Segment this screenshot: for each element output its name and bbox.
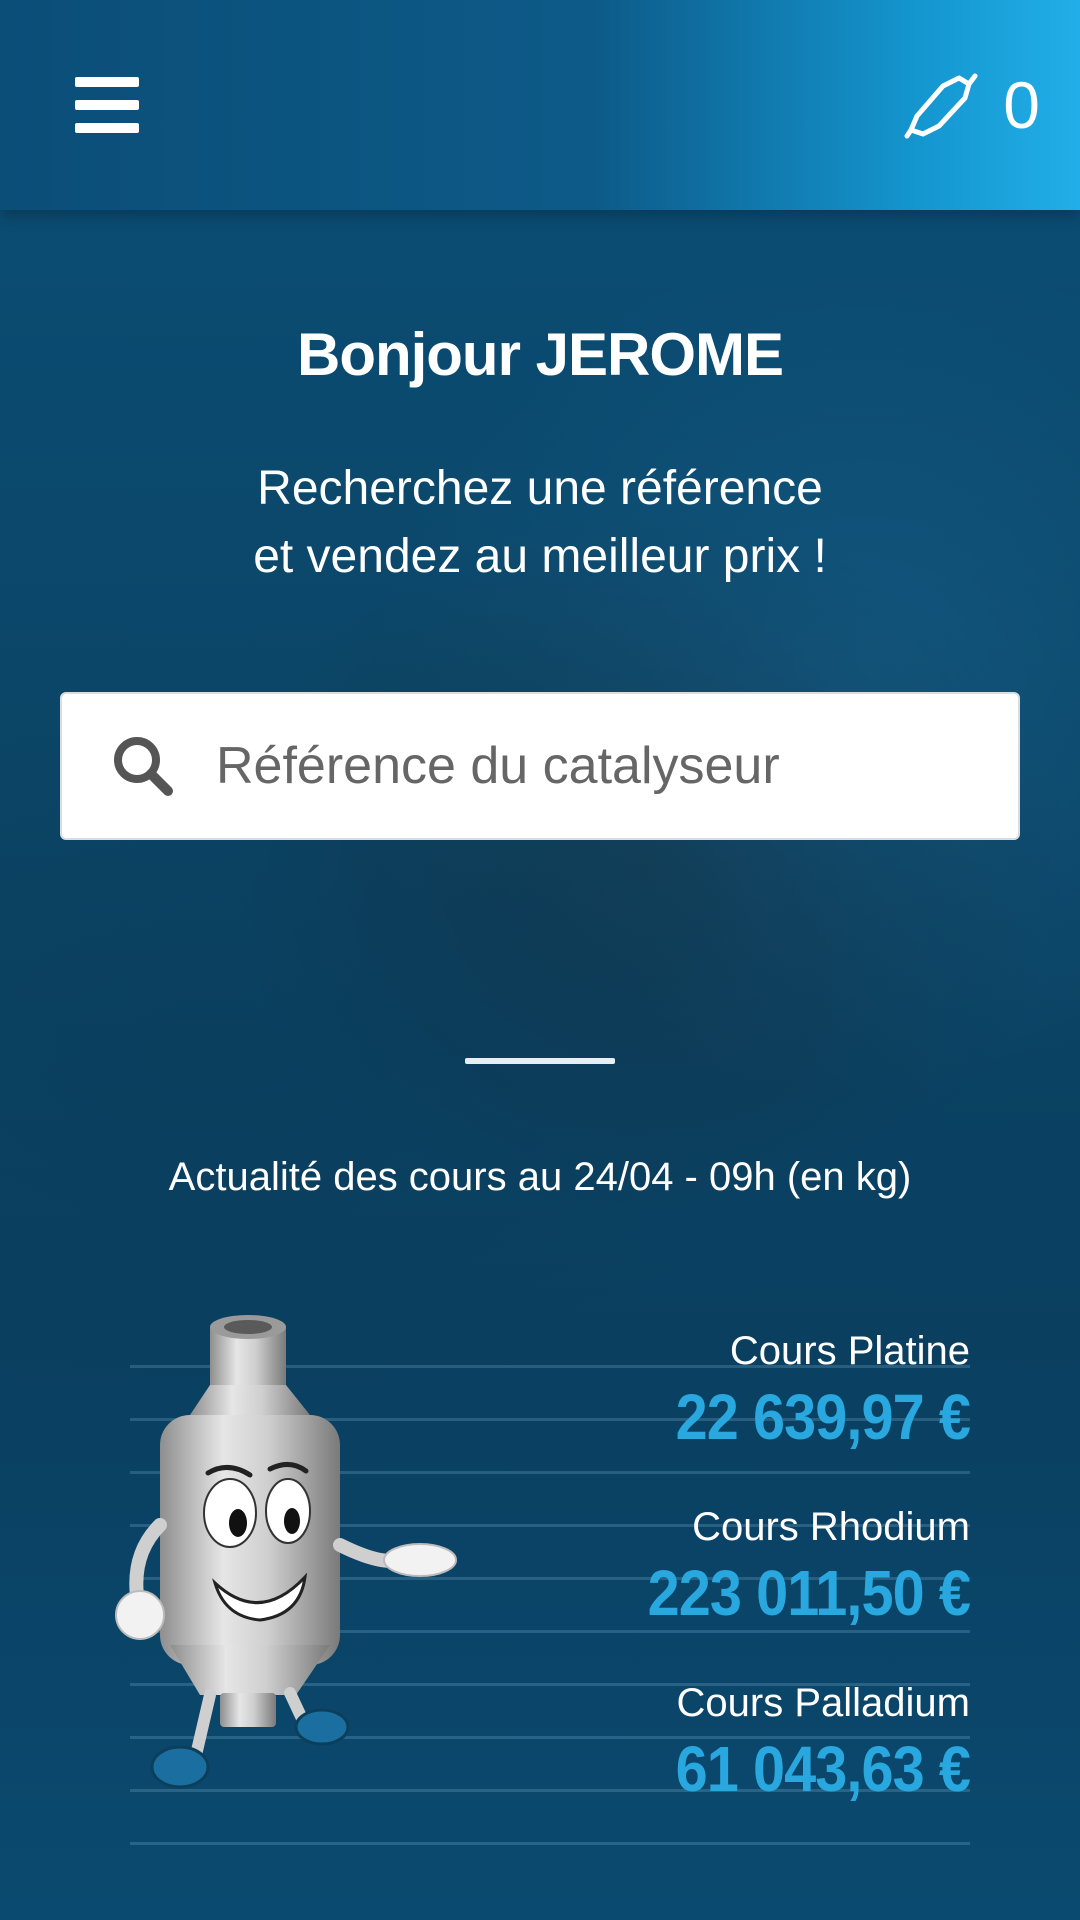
rate-item-platine: Cours Platine 22 639,97 €: [410, 1325, 971, 1501]
rate-value: 223 011,50 €: [647, 1557, 971, 1629]
subtitle-line-1: Recherchez une référence: [257, 462, 823, 515]
rate-item-palladium: Cours Palladium 61 043,63 €: [410, 1677, 971, 1853]
rate-item-rhodium: Cours Rhodium 223 011,50 €: [410, 1501, 971, 1677]
cart-count: 0: [1003, 68, 1040, 142]
subtitle-line-2: et vendez au meilleur prix !: [253, 530, 827, 583]
rate-label: Cours Rhodium: [692, 1505, 970, 1549]
app-header: 0: [0, 0, 1080, 210]
hamburger-menu-icon[interactable]: [60, 60, 150, 150]
cart-button[interactable]: 0: [903, 60, 1040, 150]
catalytic-converter-icon: [904, 73, 978, 139]
subtitle: Recherchez une référence et vendez au me…: [0, 455, 1080, 591]
greeting-title: Bonjour JEROME: [296, 321, 784, 388]
section-divider: [465, 1058, 615, 1064]
rate-value: 22 639,97 €: [675, 1381, 971, 1453]
search-icon: [114, 737, 173, 796]
search-bar[interactable]: [60, 692, 1020, 840]
rate-value: 61 043,63 €: [675, 1733, 971, 1805]
rate-list: Cours Platine 22 639,97 € Cours Rhodium …: [410, 1325, 971, 1853]
search-input[interactable]: [216, 736, 1018, 796]
rate-label: Cours Palladium: [676, 1681, 970, 1725]
rates-title: Actualité des cours au 24/04 - 09h (en k…: [168, 1155, 912, 1199]
rate-label: Cours Platine: [729, 1329, 970, 1373]
